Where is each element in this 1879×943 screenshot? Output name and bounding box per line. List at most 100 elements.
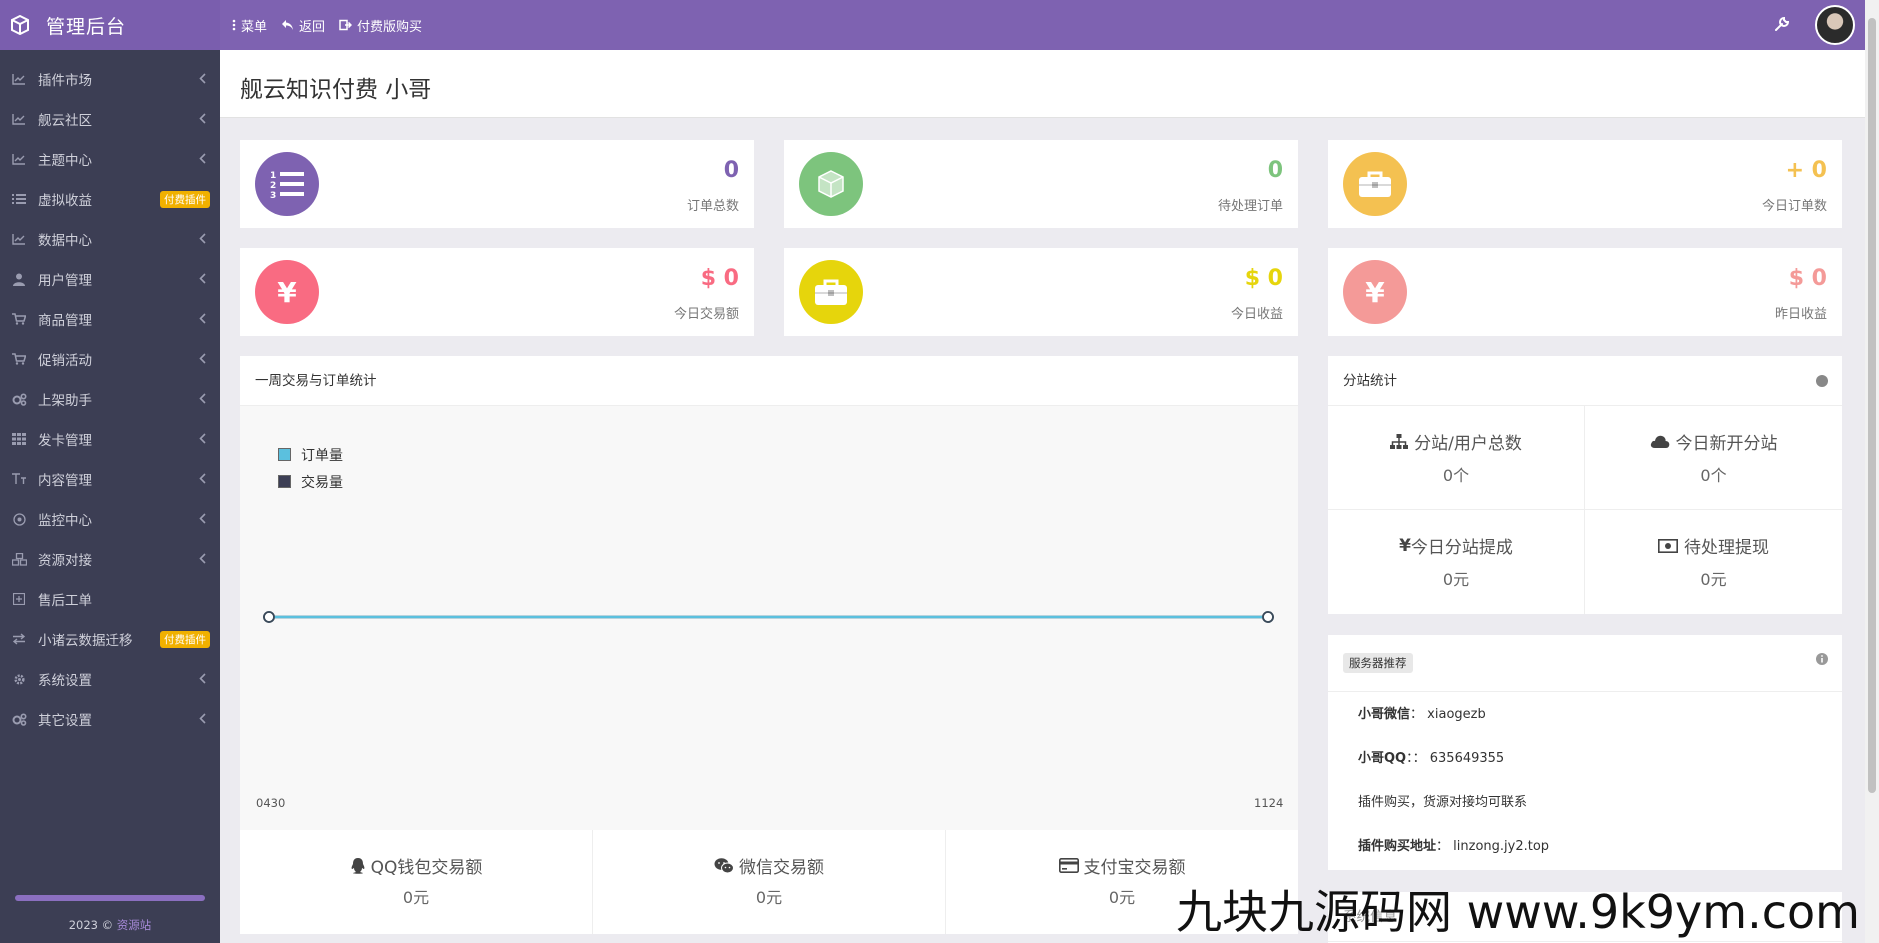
- avatar[interactable]: [1815, 5, 1855, 45]
- sidebar-item-label: 小诸云数据迁移: [38, 633, 133, 649]
- weekly-stats-panel: 一周交易与订单统计 订单量 交易量 0430 1124 QQ钱包交易额 0元 微信交易额…: [240, 356, 1298, 934]
- substation-stat: 待处理提现 0元: [1585, 510, 1842, 614]
- substation-stat-value: 0个: [1442, 466, 1470, 485]
- weekly-stats-title: 一周交易与订单统计: [240, 356, 1298, 406]
- payment-value: 0元: [755, 888, 783, 907]
- sidebar-item[interactable]: 舰云社区: [0, 99, 220, 139]
- sidebar-item[interactable]: 数据中心: [0, 219, 220, 259]
- sidebar-item-label: 商品管理: [38, 313, 92, 329]
- stat-card: + 0 今日订单数: [1328, 140, 1842, 228]
- target-icon: [11, 511, 27, 527]
- substation-title: 分站统计: [1328, 356, 1842, 406]
- stat-card: ¥ $ 0 昨日收益: [1328, 248, 1842, 336]
- credit-card-icon: [1058, 858, 1084, 873]
- brand[interactable]: 管理后台: [0, 0, 220, 50]
- sidebar-item-label: 售后工单: [38, 593, 92, 609]
- chart-line-icon: [11, 111, 27, 127]
- cube-icon: [799, 152, 863, 216]
- substation-stat-value: 0个: [1700, 466, 1727, 485]
- sidebar-item[interactable]: 用户管理: [0, 259, 220, 299]
- sidebar-item[interactable]: 虚拟收益 付费插件: [0, 179, 220, 219]
- server-info-line: 小哥QQ：： 635649355: [1358, 747, 1504, 766]
- sidebar: 插件市场舰云社区主题中心 虚拟收益 付费插件 数据中心 用户管理商品管理促销活动上架助手…: [0, 50, 220, 943]
- app-title: 管理后台: [46, 15, 127, 38]
- back-label: 返回: [299, 19, 326, 35]
- scrollbar-thumb[interactable]: [1868, 18, 1876, 793]
- sidebar-item[interactable]: 主题中心: [0, 139, 220, 179]
- sidebar-item[interactable]: 资源对接: [0, 539, 220, 579]
- back-button[interactable]: 返回: [281, 16, 325, 35]
- stat-value: 0: [1267, 158, 1283, 183]
- exchange-icon: [11, 631, 27, 647]
- server-info-key: 小哥QQ: [1358, 751, 1407, 766]
- sidebar-item[interactable]: 系统设置: [0, 659, 220, 699]
- stat-value: + 0: [1785, 158, 1827, 183]
- yen-icon: ¥: [1399, 535, 1411, 556]
- stat-label: 今日订单数: [1761, 199, 1827, 214]
- substation-stat: 今日新开分站 0个: [1585, 406, 1842, 510]
- yen-icon: ¥: [255, 260, 319, 324]
- sidebar-item[interactable]: 发卡管理: [0, 419, 220, 459]
- sidebar-item[interactable]: 售后工单: [0, 579, 220, 619]
- sidebar-item[interactable]: 小诸云数据迁移 付费插件: [0, 619, 220, 659]
- cart-icon: [11, 351, 27, 367]
- server-info-sep: ：: [1410, 707, 1424, 722]
- sidebar-footer: 2023 © 资源站: [0, 917, 220, 933]
- gear-icon: [11, 671, 27, 687]
- sidebar-menu: 插件市场舰云社区主题中心 虚拟收益 付费插件 数据中心 用户管理商品管理促销活动上架助手…: [0, 50, 220, 739]
- stat-label: 今日交易额: [673, 307, 739, 322]
- stat-card: ¥ $ 0 今日交易额: [240, 248, 754, 336]
- substation-stat-label: 分站/用户总数: [1414, 434, 1522, 454]
- text-icon: [11, 471, 27, 487]
- sidebar-item[interactable]: 监控中心: [0, 499, 220, 539]
- chart-line-icon: [11, 151, 27, 167]
- sidebar-item[interactable]: 其它设置: [0, 699, 220, 739]
- sidebar-item[interactable]: 内容管理: [0, 459, 220, 499]
- sidebar-item-label: 舰云社区: [38, 113, 92, 129]
- paid-version-button[interactable]: 付费版购买: [339, 16, 422, 35]
- chart-area: 订单量 交易量 0430 1124: [240, 406, 1298, 830]
- sidebar-item[interactable]: 插件市场: [0, 59, 220, 99]
- chevron-left-icon: [199, 392, 206, 408]
- reply-icon: [282, 20, 294, 30]
- stat-label: 昨日收益: [1774, 307, 1827, 322]
- stat-value: $ 0: [700, 266, 739, 291]
- sidebar-item[interactable]: 上架助手: [0, 379, 220, 419]
- chevron-left-icon: [199, 72, 206, 88]
- server-info-value: 插件购买，货源对接均可联系: [1358, 795, 1528, 810]
- menu-button[interactable]: 菜单: [232, 16, 267, 35]
- payment-label: QQ钱包交易额: [370, 858, 483, 878]
- chevron-left-icon: [199, 672, 206, 688]
- stat-card: $ 0 今日收益: [784, 248, 1298, 336]
- info-circle-icon[interactable]: [1816, 653, 1828, 665]
- paid-label: 付费版购买: [357, 19, 423, 35]
- sign-out-icon: [339, 19, 353, 31]
- stat-value: $ 0: [1788, 266, 1827, 291]
- chevron-left-icon: [199, 272, 206, 288]
- data-point[interactable]: [1262, 611, 1274, 623]
- stat-label: 待处理订单: [1217, 199, 1283, 214]
- top-bar: 管理后台 菜单 返回 付费版购买: [0, 0, 1865, 50]
- chevron-left-icon: [199, 352, 206, 368]
- server-info-value[interactable]: linzong.jy2.top: [1453, 839, 1549, 854]
- server-info-line: 小哥微信： xiaogezb: [1358, 703, 1486, 722]
- wrench-icon[interactable]: [1774, 16, 1790, 32]
- footer-link[interactable]: 资源站: [117, 918, 152, 932]
- chevron-left-icon: [199, 712, 206, 728]
- page-header: 舰云知识付费 小哥: [220, 50, 1865, 118]
- sidebar-item[interactable]: 商品管理: [0, 299, 220, 339]
- substation-grid: 分站/用户总数 0个 今日新开分站 0个 ¥ 今日分站提成 0元 待处理提现 0元: [1328, 406, 1842, 614]
- server-tag: 服务器推荐: [1343, 653, 1413, 673]
- sidebar-item[interactable]: 促销活动: [0, 339, 220, 379]
- server-info-sep: ：：: [1406, 751, 1426, 766]
- sidebar-item-label: 上架助手: [38, 393, 92, 409]
- substation-panel: 分站统计 分站/用户总数 0个 今日新开分站 0个 ¥ 今日分站提成 0元 待处理提现 0元: [1328, 356, 1842, 614]
- briefcase-icon: [1343, 152, 1407, 216]
- cogs-icon: [11, 391, 27, 407]
- cart-icon: [11, 311, 27, 327]
- cogs-icon: [11, 711, 27, 727]
- briefcase-icon: [799, 260, 863, 324]
- data-point[interactable]: [263, 611, 275, 623]
- page-scrollbar[interactable]: [1865, 0, 1879, 943]
- stat-value: 0: [723, 158, 739, 183]
